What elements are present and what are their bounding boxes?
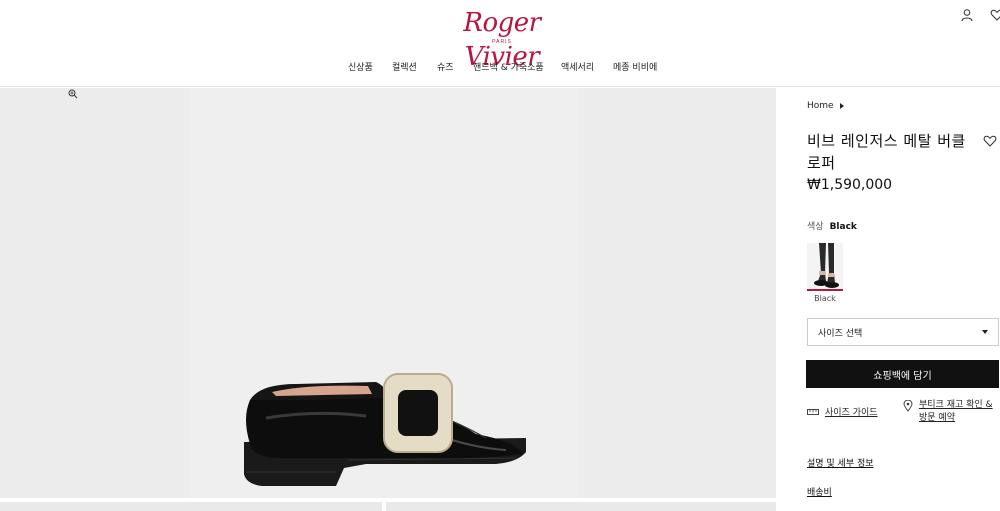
size-guide-label: 사이즈 가이드 — [825, 408, 878, 418]
product-image-shoe — [236, 288, 532, 498]
add-to-bag-button[interactable]: 쇼핑백에 담기 — [806, 360, 999, 388]
gallery-thumbnails — [0, 499, 776, 511]
main-nav: 신상품 컬렉션 슈즈 핸드백 & 가죽소품 액세서리 메종 비비에 — [0, 60, 1000, 74]
accordion-shipping[interactable]: 배송비 — [807, 485, 832, 498]
color-selector-label: 색상 Black — [807, 219, 857, 232]
chevron-down-icon — [982, 330, 988, 334]
store-stock-link[interactable]: 부티크 재고 확인 & 방문 예약 — [903, 399, 999, 425]
logo-subtitle: PARIS — [492, 39, 512, 45]
nav-item-maison[interactable]: 메종 비비에 — [613, 60, 657, 73]
nav-item-accessories[interactable]: 액세서리 — [561, 60, 594, 73]
swatch-label: Black — [814, 294, 836, 303]
color-value: Black — [829, 222, 857, 232]
accordion-details[interactable]: 설명 및 세부 정보 — [807, 456, 874, 469]
product-info-panel: Home 비브 레인저스 메탈 버클 로퍼 ₩1,590,000 색상 Black… — [777, 88, 1000, 511]
breadcrumb: Home — [807, 101, 844, 111]
color-label: 색상 — [807, 222, 824, 232]
thumbnail-2[interactable] — [386, 502, 776, 511]
size-guide-link[interactable]: 사이즈 가이드 — [807, 405, 878, 418]
nav-item-new[interactable]: 신상품 — [348, 60, 373, 73]
size-select-label: 사이즈 선택 — [818, 328, 863, 339]
wishlist-heart-icon[interactable] — [983, 133, 997, 147]
nav-item-shoes[interactable]: 슈즈 — [437, 60, 454, 73]
breadcrumb-home[interactable]: Home — [807, 101, 834, 111]
product-price: ₩1,590,000 — [807, 177, 893, 193]
color-swatch-black[interactable] — [807, 243, 843, 291]
location-pin-icon — [903, 400, 913, 412]
product-gallery[interactable] — [0, 88, 776, 498]
chevron-right-icon — [839, 103, 844, 109]
ruler-icon — [807, 409, 819, 415]
zoom-in-icon[interactable] — [68, 88, 78, 99]
store-stock-label: 부티크 재고 확인 & 방문 예약 — [919, 400, 993, 423]
heart-icon[interactable] — [990, 7, 1000, 21]
thumbnail-1[interactable] — [0, 502, 382, 511]
nav-item-bags[interactable]: 핸드백 & 가죽소품 — [473, 60, 544, 73]
product-title: 비브 레인저스 메탈 버클 로퍼 — [807, 132, 966, 172]
gallery-pane-right — [578, 88, 776, 498]
site-header: Roger Vivier PARIS 신상품 컬렉션 슈즈 핸드백 & 가죽소품… — [0, 0, 1000, 87]
gallery-pane-left — [0, 88, 190, 498]
size-select[interactable]: 사이즈 선택 — [807, 318, 999, 346]
user-icon[interactable] — [960, 7, 974, 22]
brand-logo[interactable]: Roger Vivier PARIS — [438, 6, 566, 72]
nav-item-collection[interactable]: 컬렉션 — [392, 60, 417, 73]
